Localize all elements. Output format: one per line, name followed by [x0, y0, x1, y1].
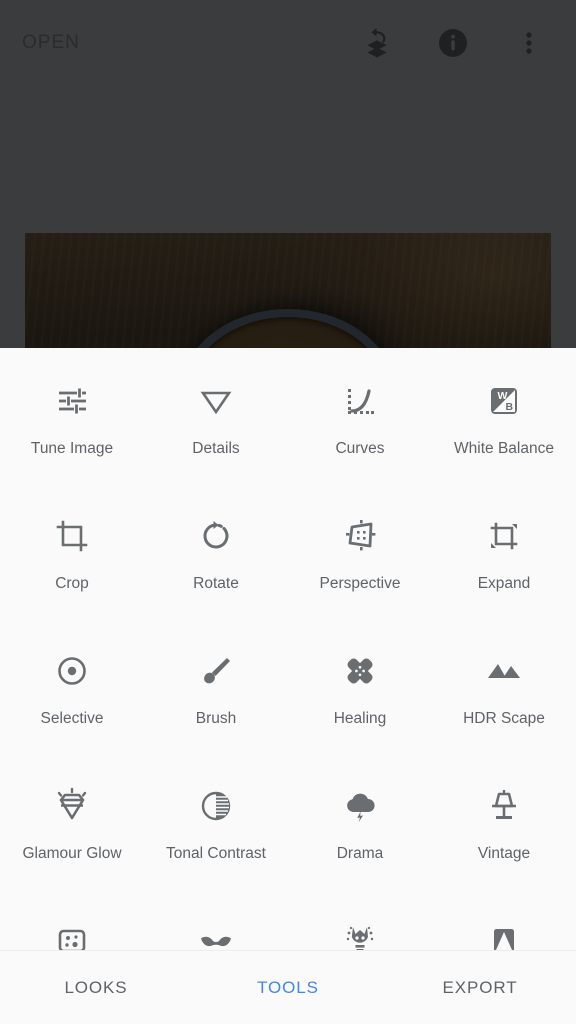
vintage-icon [481, 783, 527, 829]
tool-tonal-contrast[interactable]: Tonal Contrast [144, 771, 288, 906]
tool-healing[interactable]: Healing [288, 636, 432, 771]
crop-icon [49, 513, 95, 559]
tab-export[interactable]: EXPORT [384, 978, 576, 998]
tool-label: Rotate [193, 575, 239, 592]
healing-icon [337, 648, 383, 694]
overflow-menu-icon[interactable] [512, 26, 546, 60]
tool-retrolux[interactable] [144, 906, 288, 950]
tool-label: HDR Scape [463, 710, 545, 727]
rotate-icon [193, 513, 239, 559]
tools-grid: Tune Image Details Curves W B White Bala… [0, 348, 576, 950]
svg-text:B: B [506, 401, 514, 413]
curves-icon [337, 378, 383, 424]
grainy-film-icon [49, 918, 95, 950]
tools-sheet: Tune Image Details Curves W B White Bala… [0, 348, 576, 1024]
open-button[interactable]: OPEN [22, 32, 80, 54]
perspective-icon [337, 513, 383, 559]
tool-expand[interactable]: Expand [432, 501, 576, 636]
brush-icon [193, 648, 239, 694]
tool-double-exposure[interactable] [432, 906, 576, 950]
info-icon[interactable] [436, 26, 470, 60]
retrolux-icon [193, 918, 239, 950]
grunge-icon [337, 918, 383, 950]
tool-grainy-film[interactable] [0, 906, 144, 950]
tool-label: Tune Image [30, 440, 114, 457]
glamour-glow-icon [49, 783, 95, 829]
tonal-contrast-icon [193, 783, 239, 829]
double-exposure-icon [481, 918, 527, 950]
tool-selective[interactable]: Selective [0, 636, 144, 771]
revert-stack-icon[interactable] [360, 26, 394, 60]
tool-crop[interactable]: Crop [0, 501, 144, 636]
tool-label: Healing [333, 710, 387, 727]
tool-label: Perspective [319, 575, 401, 592]
tool-label: Expand [477, 575, 531, 592]
tool-curves[interactable]: Curves [288, 366, 432, 501]
tool-perspective[interactable]: Perspective [288, 501, 432, 636]
details-icon [193, 378, 239, 424]
tool-label: Drama [336, 845, 384, 862]
tool-label: White Balance [454, 440, 554, 457]
expand-icon [481, 513, 527, 559]
tool-drama[interactable]: Drama [288, 771, 432, 906]
tool-label: Vintage [477, 845, 531, 862]
tab-tools[interactable]: TOOLS [192, 978, 384, 998]
tool-label: Selective [40, 710, 104, 727]
top-bar-actions [360, 26, 554, 60]
tool-tune-image[interactable]: Tune Image [0, 366, 144, 501]
tool-rotate[interactable]: Rotate [144, 501, 288, 636]
white-balance-icon: W B [481, 378, 527, 424]
photo-dim-overlay [25, 233, 551, 355]
selective-icon [49, 648, 95, 694]
tool-brush[interactable]: Brush [144, 636, 288, 771]
tab-looks[interactable]: LOOKS [0, 978, 192, 998]
photo-canvas[interactable] [25, 233, 551, 355]
tune-image-icon [49, 378, 95, 424]
tool-details[interactable]: Details [144, 366, 288, 501]
tool-glamour-glow[interactable]: Glamour Glow [0, 771, 144, 906]
tool-label: Crop [55, 575, 89, 592]
tool-label: Glamour Glow [22, 845, 122, 862]
tool-label: Curves [335, 440, 385, 457]
hdr-scape-icon [481, 648, 527, 694]
tool-white-balance[interactable]: W B White Balance [432, 366, 576, 501]
tool-vintage[interactable]: Vintage [432, 771, 576, 906]
tool-hdr-scape[interactable]: HDR Scape [432, 636, 576, 771]
bottom-nav: LOOKS TOOLS EXPORT [0, 950, 576, 1024]
tool-label: Details [192, 440, 240, 457]
tool-grunge[interactable] [288, 906, 432, 950]
tool-label: Brush [195, 710, 237, 727]
snapseed-editor-screen: OPEN Tune Image Details Curves W B White… [0, 0, 576, 1024]
drama-icon [337, 783, 383, 829]
tool-label: Tonal Contrast [166, 845, 266, 862]
top-bar: OPEN [0, 0, 576, 86]
